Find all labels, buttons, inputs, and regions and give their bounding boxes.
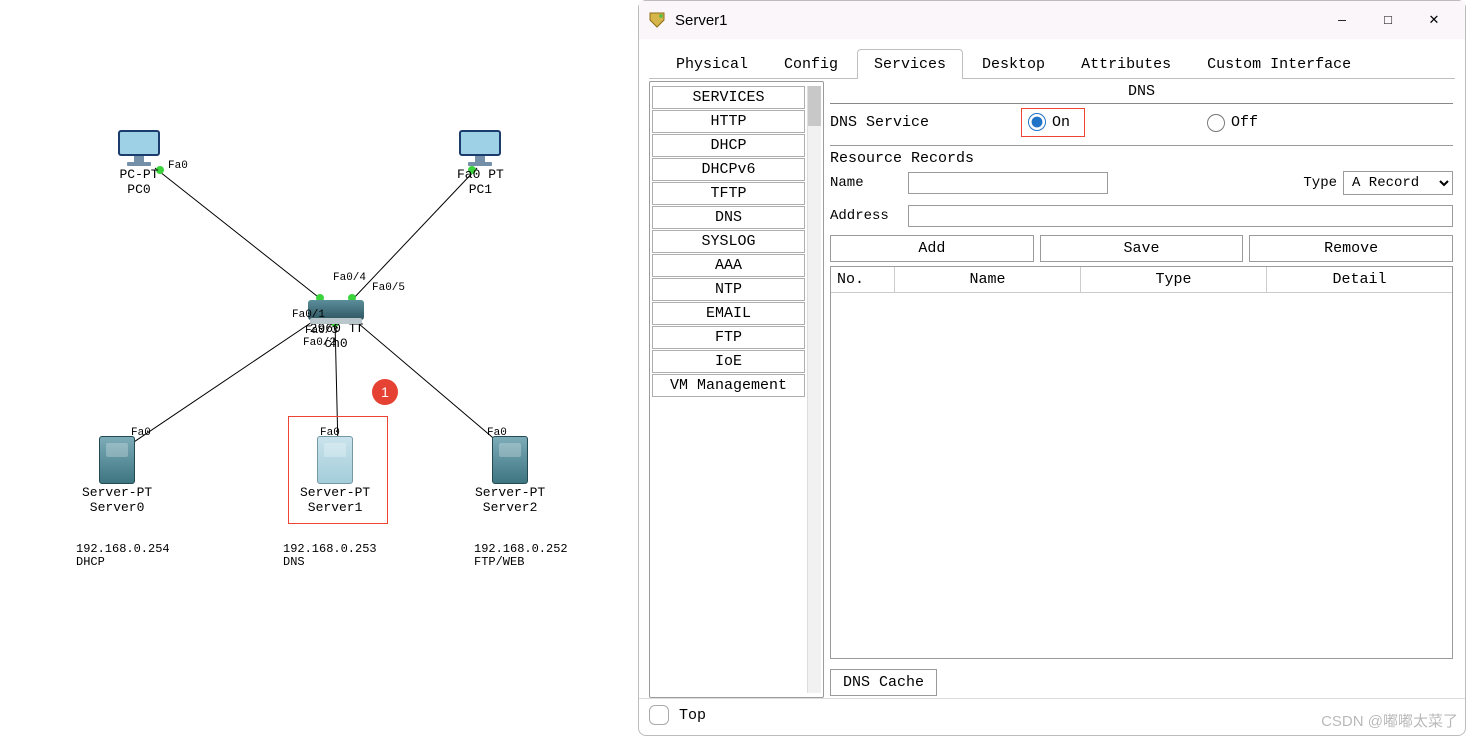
node-type: PC-PT [118,168,160,183]
port-label: Fa0/1 [292,309,325,321]
port-label: Fa0/3 [305,325,338,337]
node-name: Server1 [300,501,370,516]
dns-off-radio[interactable]: Off [1207,114,1258,132]
service-ioe[interactable]: IoE [652,350,805,373]
app-icon [647,10,667,30]
port-label: Fa0 [168,160,188,172]
col-no: No. [831,267,895,292]
service-http[interactable]: HTTP [652,110,805,133]
address-input[interactable] [908,205,1453,227]
tab-custom-interface[interactable]: Custom Interface [1190,49,1368,78]
tab-bar: Physical Config Services Desktop Attribu… [649,45,1455,79]
server-config-window: Server1 — □ ✕ Physical Config Services D… [638,0,1466,736]
node-server2[interactable]: Server-PT Server2 [475,436,545,516]
service-ftp[interactable]: FTP [652,326,805,349]
node-server1[interactable]: Server-PT Server1 [300,436,370,516]
port-label: Fa0/4 [333,272,366,284]
server-icon [99,436,135,484]
close-button[interactable]: ✕ [1411,4,1457,36]
save-button[interactable]: Save [1040,235,1244,262]
service-vm[interactable]: VM Management [652,374,805,397]
dns-cache-button[interactable]: DNS Cache [830,669,937,696]
service-syslog[interactable]: SYSLOG [652,230,805,253]
server-icon [492,436,528,484]
rr-label: Resource Records [830,150,1453,167]
maximize-button[interactable]: □ [1365,4,1411,36]
remove-button[interactable]: Remove [1249,235,1453,262]
dns-panel: DNS 2 DNS Service On Off Resource Record… [828,81,1455,698]
port-label: Fa0 [457,167,480,182]
records-table[interactable]: No. Name Type Detail [830,266,1453,659]
node-type: Server-PT [300,486,370,501]
node-pc1[interactable]: Fa0 PT PC1 [457,130,504,198]
top-label: Top [679,707,706,724]
watermark: CSDN @嘟嘟太菜了 [1321,710,1458,731]
service-dhcp[interactable]: DHCP [652,134,805,157]
name-label: Name [830,175,902,191]
minimize-button[interactable]: — [1319,4,1365,36]
node-name: PC0 [118,183,160,198]
node-name: Server0 [82,501,152,516]
ip-label: 192.168.0.253DNS [283,543,377,569]
col-detail: Detail [1267,267,1452,292]
service-email[interactable]: EMAIL [652,302,805,325]
tab-physical[interactable]: Physical [659,49,765,78]
dns-on-radio[interactable]: On [1028,113,1070,131]
services-header[interactable]: SERVICES [652,86,805,109]
panel-title: DNS [830,83,1453,104]
tab-desktop[interactable]: Desktop [965,49,1062,78]
window-title: Server1 [675,12,728,29]
address-label: Address [830,208,902,224]
callout-1: 1 [372,379,398,405]
service-dhcpv6[interactable]: DHCPv6 [652,158,805,181]
node-name: PC1 [457,183,504,198]
service-dns[interactable]: DNS [652,206,805,229]
node-type: Server-PT [475,486,545,501]
service-ntp[interactable]: NTP [652,278,805,301]
services-sidebar: SERVICES HTTP DHCP DHCPv6 TFTP DNS SYSLO… [649,81,824,698]
port-label: Fa0 [320,427,340,439]
port-label: Fa0 [131,427,151,439]
tab-config[interactable]: Config [767,49,855,78]
node-type: PT [488,167,504,182]
node-pc0[interactable]: PC-PT PC0 [118,130,160,198]
dns-service-label: DNS Service [830,114,1015,131]
port-label: Fa0/5 [372,282,405,294]
node-type: Server-PT [82,486,152,501]
ip-label: 192.168.0.252FTP/WEB [474,543,568,569]
add-button[interactable]: Add [830,235,1034,262]
server-icon [317,436,353,484]
col-type: Type [1081,267,1267,292]
tab-attributes[interactable]: Attributes [1064,49,1188,78]
node-name: Server2 [475,501,545,516]
service-tftp[interactable]: TFTP [652,182,805,205]
pc-icon [118,130,160,166]
ip-label: 192.168.0.254DHCP [76,543,170,569]
topology-canvas[interactable]: PC-PT PC0 Fa0 Fa0 PT PC1 2960 TT ch0 Fa0… [0,0,638,736]
service-aaa[interactable]: AAA [652,254,805,277]
pc-icon [459,130,501,166]
port-label: Fa0/2 [303,337,336,349]
titlebar[interactable]: Server1 — □ ✕ [639,1,1465,39]
tab-services[interactable]: Services [857,49,963,78]
type-label: Type [1303,175,1337,191]
name-input[interactable] [908,172,1108,194]
sidebar-scrollbar[interactable] [807,86,821,693]
port-label: Fa0 [487,427,507,439]
col-name: Name [895,267,1081,292]
node-server0[interactable]: Server-PT Server0 [82,436,152,516]
top-checkbox[interactable] [649,705,669,725]
type-select[interactable]: A Record [1343,171,1453,195]
